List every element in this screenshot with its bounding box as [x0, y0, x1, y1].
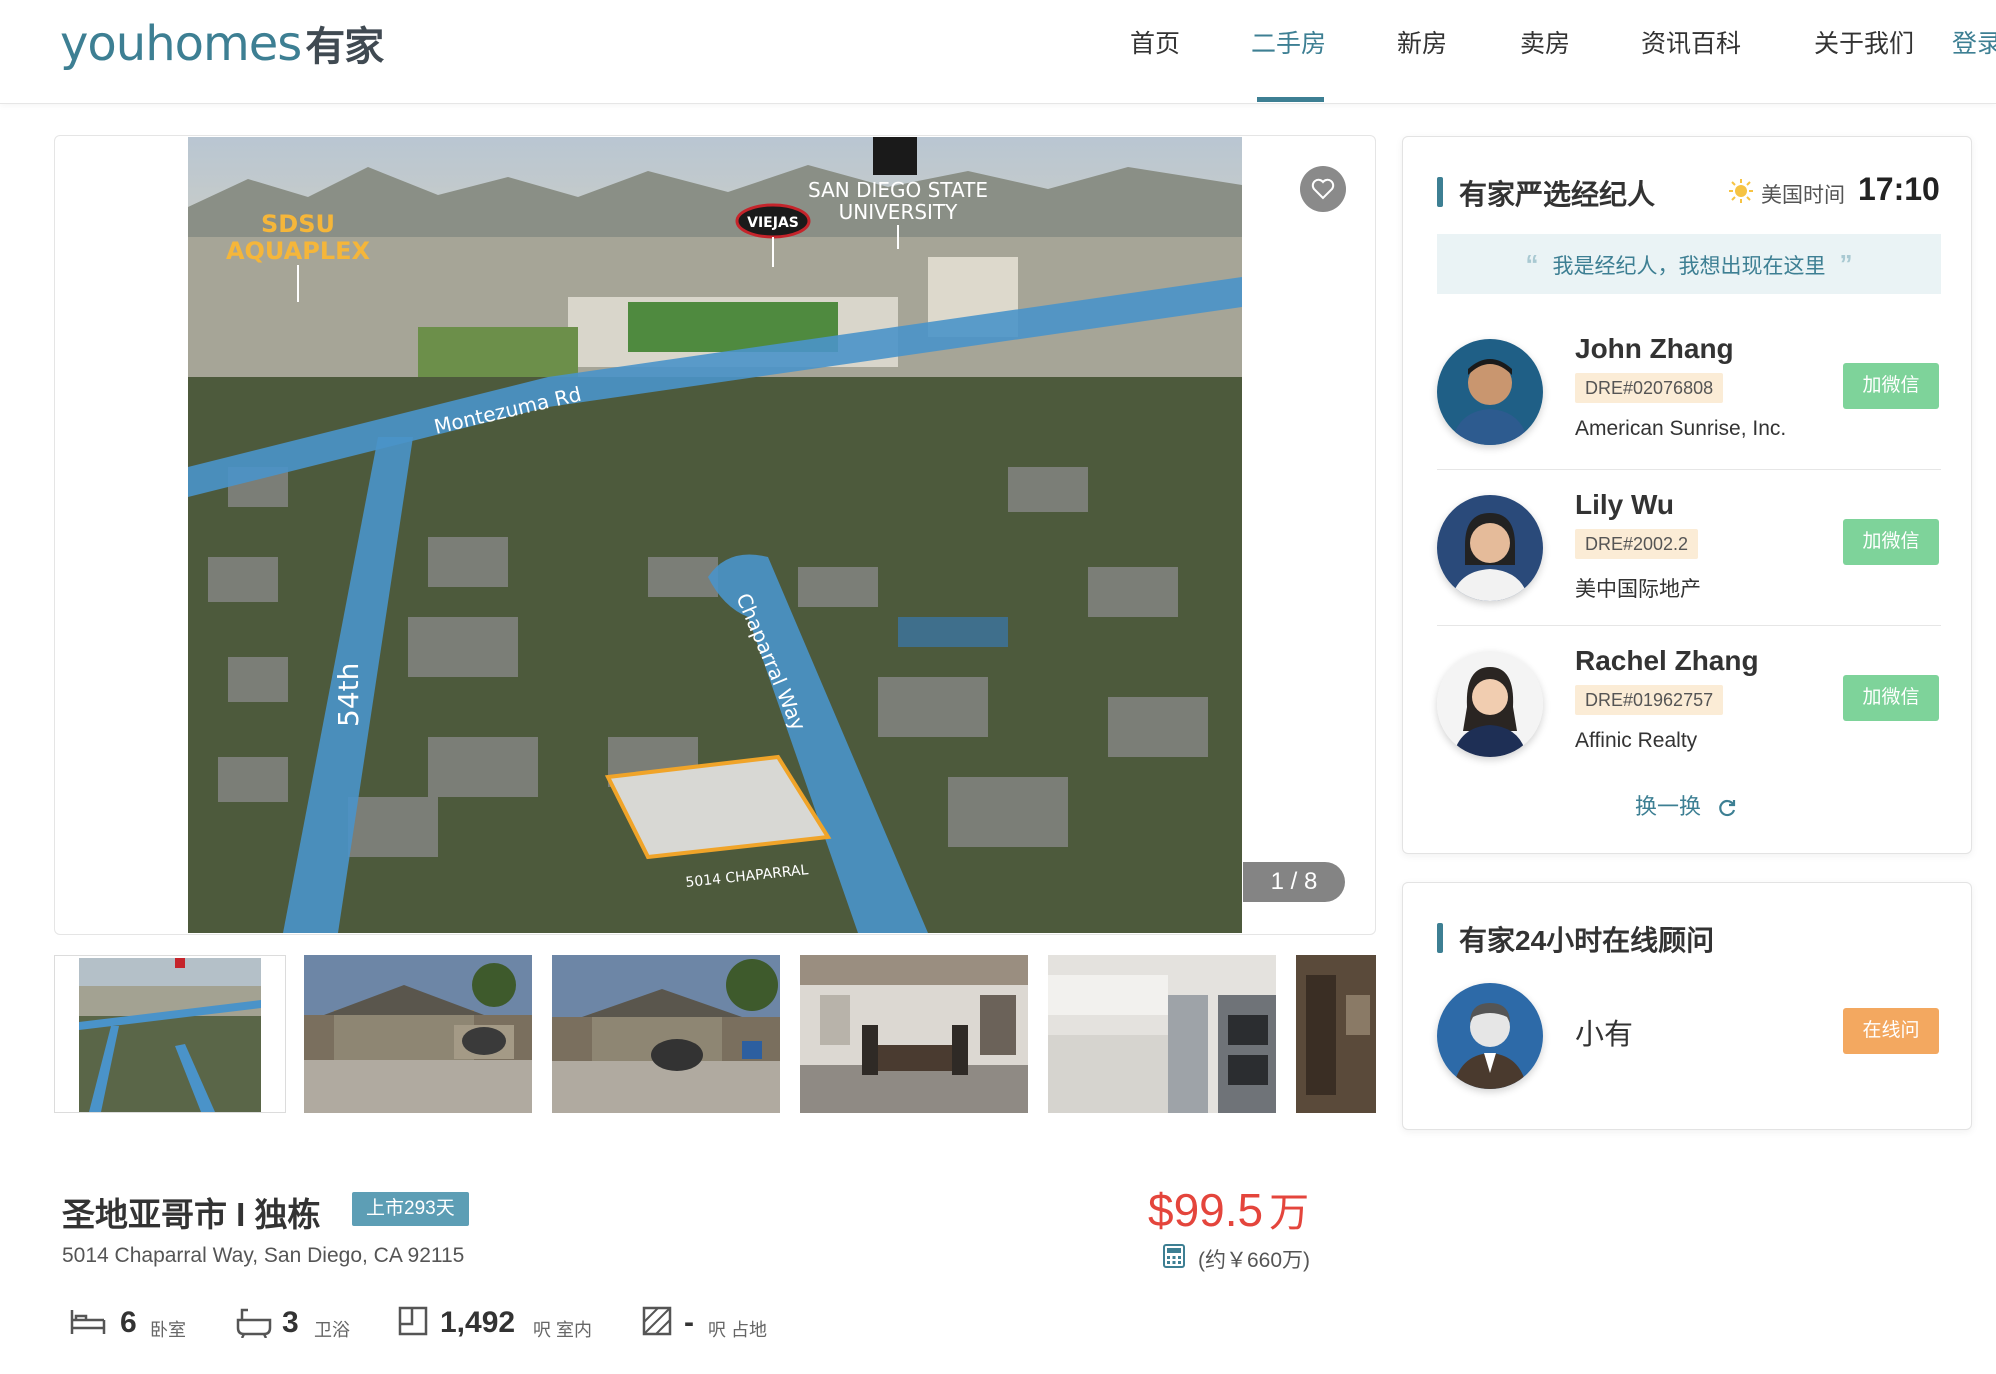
agent-card: Lily Wu DRE#2002.2 美中国际地产 加微信	[1403, 473, 1973, 629]
login-link[interactable]: 登录	[1952, 24, 1996, 60]
spec-interior-area: 1,492 呎 室内	[398, 1300, 598, 1340]
favorite-button[interactable]	[1300, 166, 1346, 212]
agent-company: Affinic Realty	[1575, 729, 1698, 752]
nav-resale[interactable]: 二手房	[1251, 24, 1326, 60]
agent-divider	[1437, 469, 1941, 470]
banner-text: 我是经纪人，我想出现在这里	[1552, 255, 1826, 278]
aquaplex-label-2: AQUAPLEX	[226, 237, 371, 265]
refresh-icon	[1719, 800, 1736, 817]
price-cny: (约￥660万)	[1198, 1249, 1311, 1272]
panel-accent-bar	[1437, 177, 1443, 207]
agent-signup-banner[interactable]: “ 我是经纪人，我想出现在这里 ”	[1437, 234, 1941, 294]
close-quote-icon: ”	[1839, 249, 1853, 279]
agent-avatar	[1437, 651, 1543, 757]
bathrooms-value: 3	[282, 1306, 299, 1339]
open-quote-icon: “	[1525, 249, 1539, 279]
site-header: youhomes 有家 首页 二手房 新房 卖房 资讯百科 关于我们 登录	[0, 0, 1996, 104]
us-time-label: 美国时间	[1761, 184, 1845, 207]
nav-about[interactable]: 关于我们	[1814, 24, 1914, 60]
spec-bedrooms: 6 卧室	[70, 1300, 210, 1340]
viejas-label: VIEJAS	[747, 215, 799, 231]
listing-price: $99.5 万	[1148, 1180, 1309, 1238]
agents-panel: 有家严选经纪人 美国时间 17:10 “ 我是经纪人，我想出现在这里 ” John …	[1402, 136, 1972, 854]
thumbnail-1[interactable]	[54, 955, 286, 1113]
nav-active-underline	[1257, 97, 1324, 102]
agent-card: John Zhang DRE#02076808 American Sunrise…	[1403, 317, 1973, 473]
agent-dre: DRE#02076808	[1575, 373, 1724, 403]
advisor-avatar	[1437, 983, 1543, 1089]
logo-text: youhomes	[60, 16, 302, 72]
bathrooms-label: 卫浴	[314, 1320, 350, 1340]
thumbnail-dining-room-image	[800, 955, 1028, 1113]
sdsu-label-2: UNIVERSITY	[839, 200, 959, 224]
swap-agents-button[interactable]: 换一换	[1635, 789, 1737, 821]
calculator-icon[interactable]	[1163, 1244, 1185, 1268]
agent-company: 美中国际地产	[1575, 578, 1701, 601]
price-unit: 万	[1269, 1191, 1310, 1235]
aerial-photo-illustration: SDSU AQUAPLEX VIEJAS SAN DIEGO STATE UNI…	[188, 137, 1242, 933]
nav-news[interactable]: 资讯百科	[1641, 24, 1741, 60]
agent-dre: DRE#2002.2	[1575, 529, 1699, 559]
thumbnail-2[interactable]	[304, 955, 532, 1113]
interior-area-label: 呎 室内	[533, 1320, 593, 1340]
spec-bathrooms: 3 卫浴	[236, 1300, 376, 1340]
add-wechat-button[interactable]: 加微信	[1843, 675, 1939, 721]
days-listed-badge: 上市293天	[352, 1192, 469, 1226]
advisor-panel-title: 有家24小时在线顾问	[1459, 925, 1715, 956]
nav-sell[interactable]: 卖房	[1520, 24, 1570, 60]
agent-name: Lily Wu	[1575, 489, 1675, 520]
bed-icon	[70, 1310, 106, 1334]
ask-online-button[interactable]: 在线问	[1843, 1008, 1939, 1054]
thumbnail-hallway-image	[1296, 955, 1376, 1113]
heart-icon	[1311, 178, 1335, 200]
logo-cn-text: 有家	[305, 24, 384, 70]
thumbnail-house-car-image	[552, 955, 780, 1113]
listing-title: 圣地亚哥市 I 独栋	[62, 1196, 321, 1233]
street-54th-label: 54th	[332, 663, 365, 727]
interior-area-value: 1,492	[440, 1306, 516, 1339]
agent-avatar	[1437, 495, 1543, 601]
advisor-panel: 有家24小时在线顾问 小有 在线问	[1402, 882, 1972, 1130]
thumbnail-6[interactable]	[1296, 955, 1376, 1113]
bathtub-icon	[236, 1308, 272, 1338]
us-time-value: 17:10	[1858, 171, 1940, 207]
thumbnail-5[interactable]	[1048, 955, 1276, 1113]
agent-avatar	[1437, 339, 1543, 445]
interior-area-icon	[398, 1306, 428, 1336]
bedrooms-value: 6	[120, 1306, 137, 1339]
lot-area-icon	[642, 1306, 672, 1336]
thumbnail-3[interactable]	[552, 955, 780, 1113]
add-wechat-button[interactable]: 加微信	[1843, 363, 1939, 409]
lot-area-label: 呎 占地	[708, 1320, 768, 1340]
advisor-name: 小有	[1575, 1019, 1634, 1051]
listing-address: 5014 Chaparral Way, San Diego, CA 92115	[62, 1244, 465, 1267]
thumbnail-aerial-image	[55, 956, 285, 1112]
nav-home[interactable]: 首页	[1130, 24, 1180, 60]
bedrooms-label: 卧室	[150, 1320, 186, 1340]
agent-name: John Zhang	[1575, 333, 1734, 364]
agent-company: American Sunrise, Inc.	[1575, 417, 1787, 440]
agent-dre: DRE#01962757	[1575, 685, 1724, 715]
aquaplex-label-1: SDSU	[261, 210, 335, 238]
thumbnail-house-front-image	[304, 955, 532, 1113]
price-value: $99.5	[1148, 1184, 1264, 1236]
nav-new-homes[interactable]: 新房	[1397, 24, 1447, 60]
agent-name: Rachel Zhang	[1575, 645, 1759, 676]
swap-label: 换一换	[1635, 794, 1702, 819]
site-logo[interactable]: youhomes 有家	[60, 14, 384, 72]
main-photo[interactable]: SDSU AQUAPLEX VIEJAS SAN DIEGO STATE UNI…	[188, 137, 1242, 933]
photo-counter: 1 / 8	[1243, 862, 1345, 902]
thumbnail-4[interactable]	[800, 955, 1028, 1113]
spec-lot-area: - 呎 占地	[642, 1300, 802, 1340]
agent-divider	[1437, 625, 1941, 626]
add-wechat-button[interactable]: 加微信	[1843, 519, 1939, 565]
lot-area-value: -	[684, 1306, 694, 1339]
panel-accent-bar	[1437, 923, 1443, 953]
agents-panel-title: 有家严选经纪人	[1459, 179, 1656, 210]
agent-card: Rachel Zhang DRE#01962757 Affinic Realty…	[1403, 629, 1973, 785]
thumbnail-kitchen-image	[1048, 955, 1276, 1113]
sdsu-label-1: SAN DIEGO STATE	[808, 178, 988, 202]
sun-icon	[1729, 179, 1753, 203]
